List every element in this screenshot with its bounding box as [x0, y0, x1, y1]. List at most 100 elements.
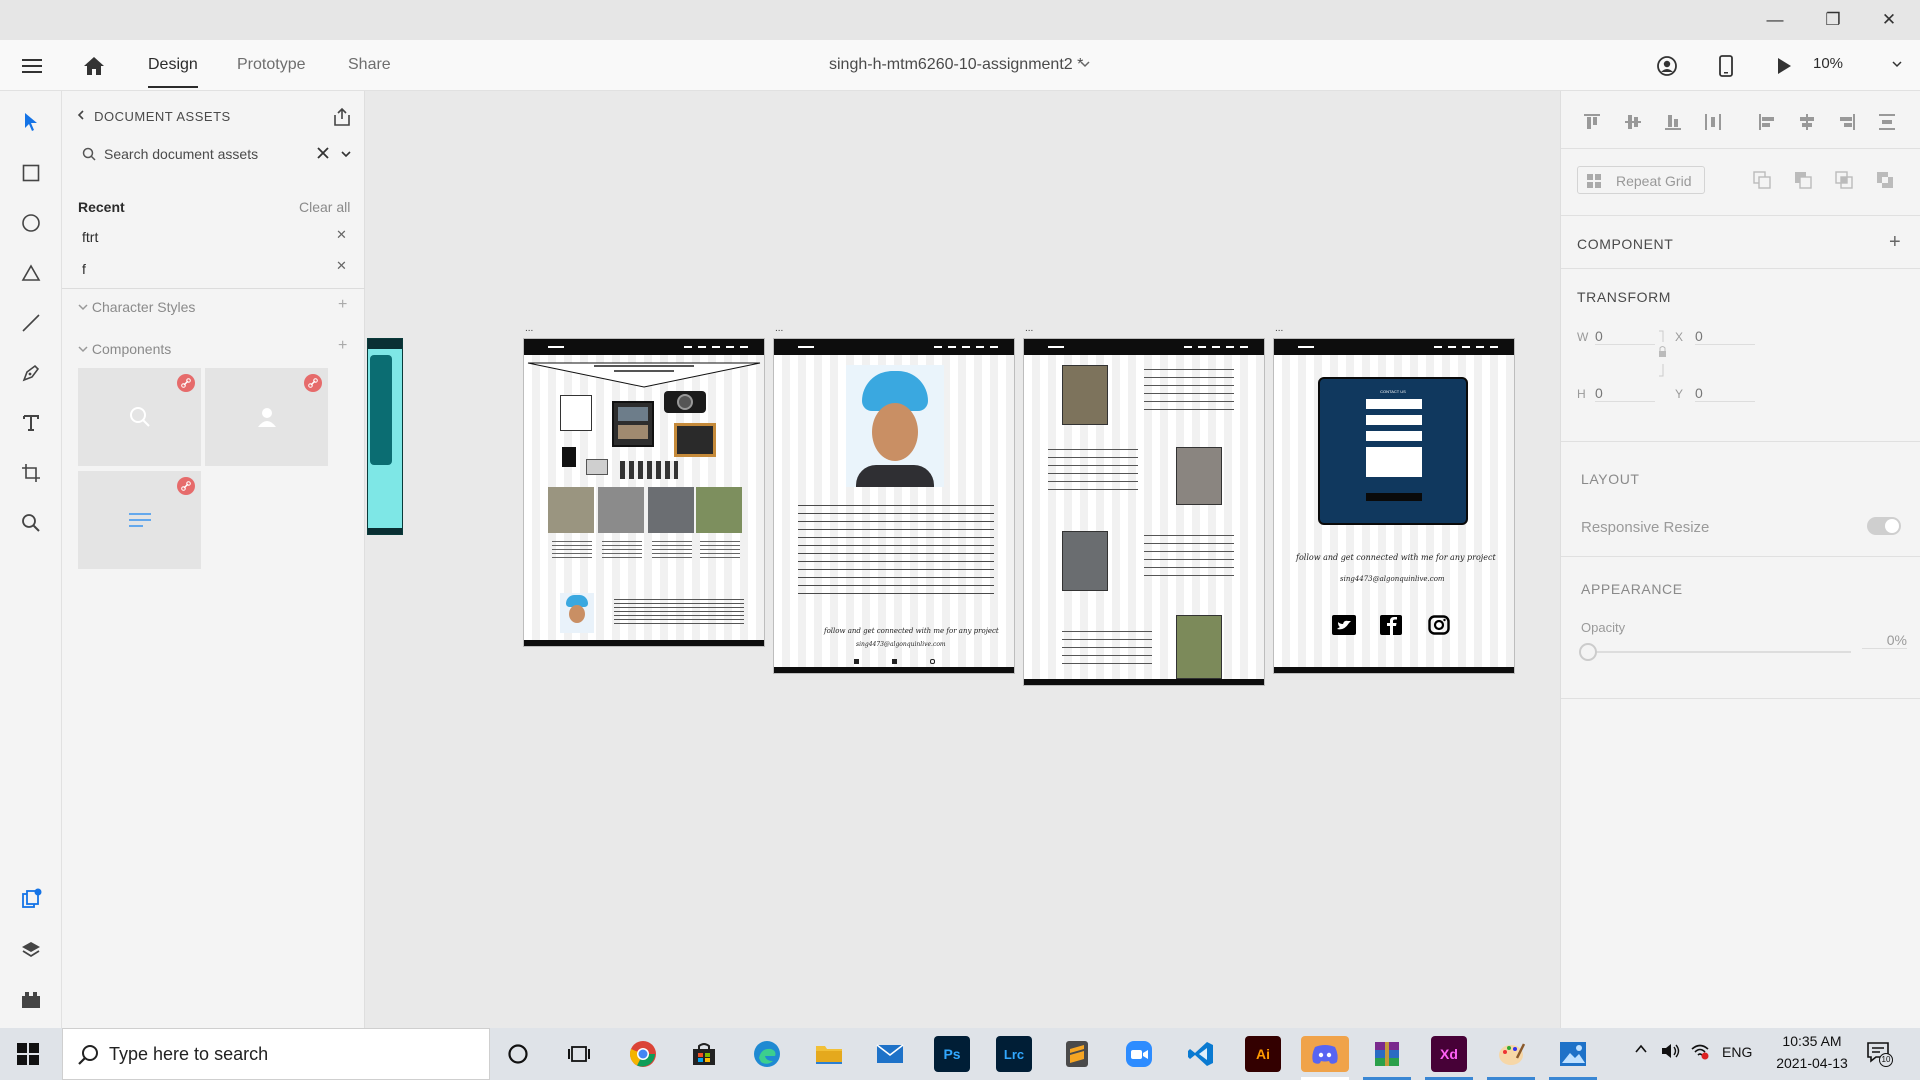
- message-field[interactable]: [1366, 447, 1422, 477]
- select-icon[interactable]: [17, 108, 45, 136]
- winrar-icon[interactable]: [1369, 1036, 1405, 1072]
- zoom-level[interactable]: 10%: [1813, 55, 1843, 72]
- document-title[interactable]: singh-h-mtm6260-10-assignment2 *: [829, 56, 1083, 74]
- width-input[interactable]: 0: [1595, 328, 1655, 345]
- minimize-button[interactable]: —: [1752, 0, 1798, 40]
- height-input[interactable]: 0: [1595, 385, 1655, 402]
- search-input[interactable]: [104, 143, 294, 165]
- cortana-icon[interactable]: [500, 1036, 536, 1072]
- clear-all-link[interactable]: Clear all: [299, 199, 350, 215]
- discord-icon[interactable]: [1301, 1036, 1349, 1072]
- artboard-caption[interactable]: ...: [1275, 324, 1283, 334]
- volume-icon[interactable]: [1660, 1042, 1682, 1063]
- component-menu-tile[interactable]: [78, 471, 201, 569]
- align-top-icon[interactable]: [1581, 111, 1603, 133]
- opacity-input[interactable]: 0%: [1862, 632, 1907, 649]
- tab-prototype[interactable]: Prototype: [237, 56, 305, 74]
- chrome-icon[interactable]: [625, 1036, 661, 1072]
- pen-icon[interactable]: [17, 359, 45, 387]
- clear-search-icon[interactable]: [316, 146, 330, 165]
- edge-icon[interactable]: [749, 1036, 785, 1072]
- opacity-slider[interactable]: [1579, 643, 1851, 661]
- export-icon[interactable]: [332, 107, 352, 132]
- line-icon[interactable]: [17, 309, 45, 337]
- plugins-icon[interactable]: [17, 986, 45, 1014]
- design-canvas[interactable]: ... ... follow and get connected with me…: [365, 91, 1560, 1028]
- clock-time[interactable]: 10:35 AM: [1777, 1033, 1847, 1049]
- remove-recent-icon[interactable]: ✕: [336, 258, 347, 274]
- artboard-icon[interactable]: [17, 459, 45, 487]
- boolean-subtract-icon[interactable]: [1792, 169, 1814, 191]
- artboard-portfolio[interactable]: [1023, 338, 1265, 686]
- clock-date[interactable]: 2021-04-13: [1767, 1055, 1857, 1071]
- remove-recent-icon[interactable]: ✕: [336, 227, 347, 243]
- align-left-icon[interactable]: [1756, 111, 1778, 133]
- align-right-icon[interactable]: [1836, 111, 1858, 133]
- play-preview-icon[interactable]: [1768, 50, 1800, 82]
- tab-design[interactable]: Design: [148, 56, 198, 88]
- paint-icon[interactable]: [1493, 1036, 1529, 1072]
- submit-button[interactable]: [1366, 493, 1422, 501]
- y-input[interactable]: 0: [1695, 385, 1755, 402]
- taskbar-search[interactable]: Type here to search: [62, 1028, 490, 1080]
- artboard-home[interactable]: [523, 338, 765, 647]
- rectangle-icon[interactable]: [17, 159, 45, 187]
- show-hidden-icons-chevron[interactable]: [1634, 1042, 1648, 1059]
- photos-icon[interactable]: [1555, 1036, 1591, 1072]
- artboard-caption[interactable]: ...: [775, 324, 783, 334]
- notification-center-icon[interactable]: 10: [1866, 1041, 1893, 1068]
- zoom-app-icon[interactable]: [1121, 1036, 1157, 1072]
- network-icon[interactable]: [1690, 1042, 1710, 1063]
- boolean-add-icon[interactable]: [1751, 169, 1773, 191]
- align-middle-icon[interactable]: [1622, 111, 1644, 133]
- component-search-tile[interactable]: [78, 368, 201, 466]
- repeat-grid-button[interactable]: Repeat Grid: [1577, 166, 1705, 194]
- input-language[interactable]: ENG: [1722, 1044, 1752, 1060]
- mail-icon[interactable]: [872, 1036, 908, 1072]
- restore-button[interactable]: ❐: [1810, 0, 1856, 40]
- device-preview-icon[interactable]: [1710, 50, 1742, 82]
- sublime-text-icon[interactable]: [1059, 1036, 1095, 1072]
- email-field[interactable]: [1366, 415, 1422, 425]
- artboard-caption[interactable]: ...: [1025, 324, 1033, 334]
- chevron-down-icon[interactable]: [1079, 57, 1091, 75]
- distribute-vertical-icon[interactable]: [1702, 111, 1724, 133]
- vscode-icon[interactable]: [1183, 1036, 1219, 1072]
- boolean-intersect-icon[interactable]: [1833, 169, 1855, 191]
- document-assets-icon[interactable]: [17, 885, 45, 913]
- text-icon[interactable]: [17, 409, 45, 437]
- tab-share[interactable]: Share: [348, 56, 391, 74]
- component-user-tile[interactable]: [205, 368, 328, 466]
- align-bottom-icon[interactable]: [1662, 111, 1684, 133]
- align-center-icon[interactable]: [1796, 111, 1818, 133]
- illustrator-icon[interactable]: Ai: [1245, 1036, 1281, 1072]
- file-explorer-icon[interactable]: [811, 1036, 847, 1072]
- artboard-about[interactable]: follow and get connected with me for any…: [773, 338, 1015, 674]
- zoom-chevron-icon[interactable]: [1891, 57, 1903, 75]
- store-icon[interactable]: [686, 1036, 722, 1072]
- add-component-icon[interactable]: +: [338, 337, 347, 355]
- x-input[interactable]: 0: [1695, 328, 1755, 345]
- artboard-partial[interactable]: [367, 338, 403, 535]
- back-chevron-icon[interactable]: [76, 109, 90, 124]
- layers-icon[interactable]: [17, 936, 45, 964]
- windows-start-icon[interactable]: [17, 1043, 39, 1070]
- subject-field[interactable]: [1366, 431, 1422, 441]
- name-field[interactable]: [1366, 399, 1422, 409]
- polygon-icon[interactable]: [17, 259, 45, 287]
- hamburger-menu-icon[interactable]: [16, 50, 48, 82]
- filter-chevron-icon[interactable]: [340, 147, 352, 165]
- add-character-style-icon[interactable]: +: [338, 296, 347, 314]
- artboard-caption[interactable]: ...: [525, 324, 533, 334]
- photoshop-icon[interactable]: Ps: [934, 1036, 970, 1072]
- zoom-icon[interactable]: [17, 509, 45, 537]
- recent-item[interactable]: f: [82, 261, 86, 277]
- lightroom-classic-icon[interactable]: Lrc: [996, 1036, 1032, 1072]
- lock-aspect-icon[interactable]: [1657, 330, 1667, 378]
- components-section[interactable]: Components: [78, 341, 171, 357]
- share-user-icon[interactable]: [1651, 50, 1683, 82]
- character-styles-section[interactable]: Character Styles: [78, 299, 195, 315]
- add-component-icon[interactable]: +: [1889, 231, 1901, 254]
- home-icon[interactable]: [78, 50, 110, 82]
- responsive-resize-toggle[interactable]: [1867, 517, 1901, 535]
